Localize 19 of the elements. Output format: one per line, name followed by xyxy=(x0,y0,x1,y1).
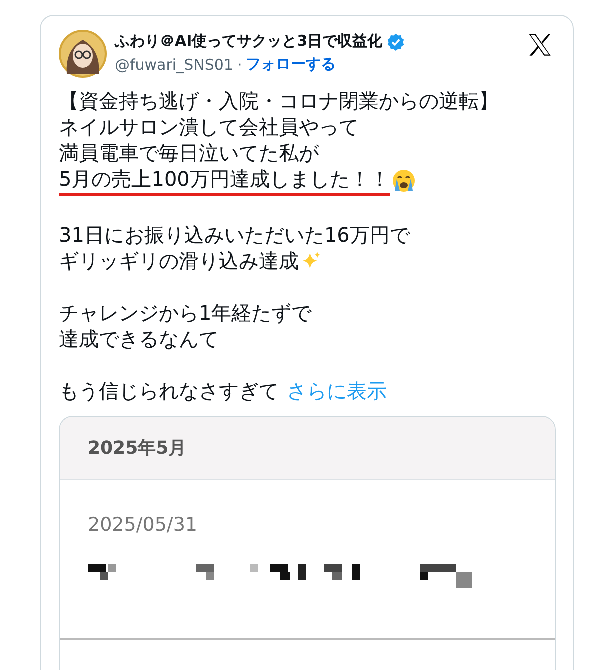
post-text-line: チャレンジから1年経たずで xyxy=(59,300,312,326)
post-text-line: 31日にお振り込みいただいた16万円で xyxy=(59,222,410,248)
x-logo-icon[interactable] xyxy=(527,32,553,58)
crying-face-icon xyxy=(392,169,416,193)
post-text-line: 満員電車で毎日泣いてた私が xyxy=(59,140,319,166)
post-text-line: 【資金持ち逃げ・入院・コロナ閉業からの逆転】 xyxy=(59,88,499,114)
attached-image[interactable]: 2025年5月 2025/05/31 xyxy=(59,416,556,670)
post-text-line: 5月の売上100万円達成しました！！ xyxy=(59,166,390,196)
separator-dot: · xyxy=(237,56,242,74)
author-name[interactable]: ふわり＠AI使ってサクッと3日で収益化 xyxy=(115,32,383,51)
month-heading: 2025年5月 xyxy=(88,437,187,460)
post-text-line: もう信じられなさすぎて xyxy=(59,378,279,404)
avatar-icon[interactable] xyxy=(59,30,107,78)
date-text: 2025/05/31 xyxy=(88,514,198,536)
post-text-line: ネイルサロン潰して会社員やって xyxy=(59,114,359,140)
author-handle: @fuwari_SNS01 xyxy=(115,56,234,74)
post-text-line: 達成できるなんて xyxy=(59,326,219,352)
follow-link[interactable]: フォローする xyxy=(246,55,336,74)
post-text-line: ギリッギリの滑り込み達成 xyxy=(59,248,299,274)
